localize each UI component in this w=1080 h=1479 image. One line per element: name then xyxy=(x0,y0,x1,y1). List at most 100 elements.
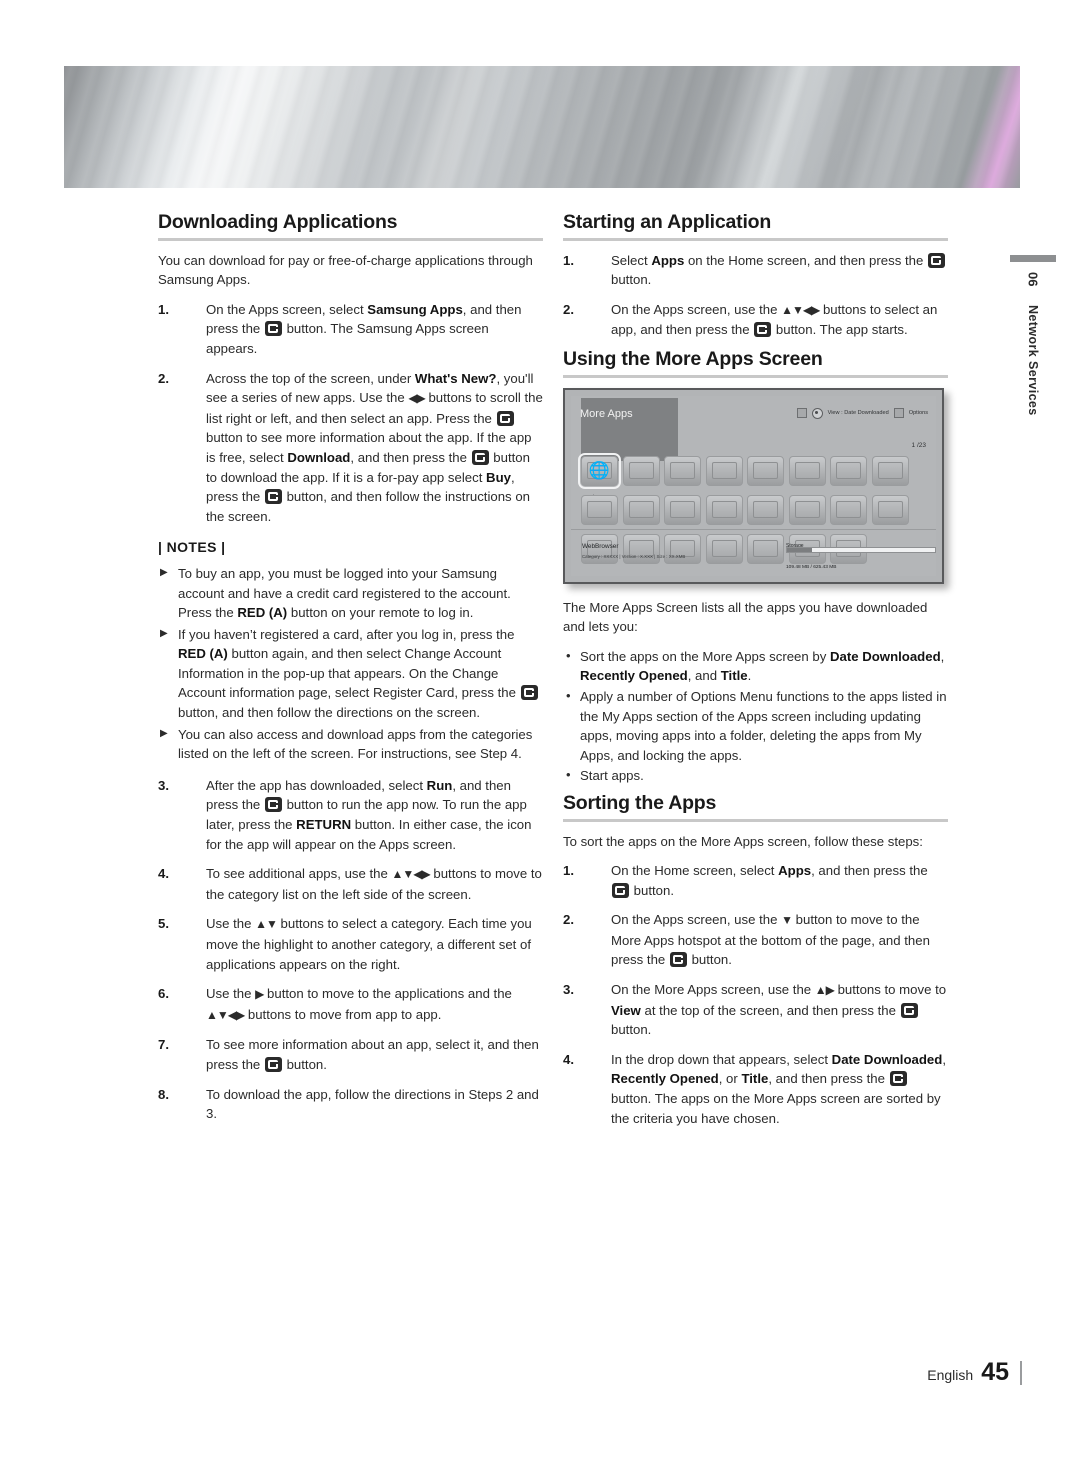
list-item: 2. Across the top of the screen, under Wh… xyxy=(158,369,543,527)
step-text: Across the top of the screen, under What… xyxy=(206,370,543,524)
list-item: 1. Select Apps on the Home screen, and th… xyxy=(563,251,948,290)
app-tile-cell[interactable] xyxy=(871,455,909,491)
list-item: • Sort the apps on the More Apps screen b… xyxy=(563,647,948,686)
sorting-intro-text: To sort the apps on the More Apps screen… xyxy=(563,833,923,849)
screenshot-canvas: More Apps View : Date Downloaded Options… xyxy=(571,395,936,576)
step-number: 7. xyxy=(158,1037,169,1053)
notes-list: ▶ To buy an app, you must be logged into … xyxy=(158,564,543,764)
heading-rule xyxy=(563,374,948,378)
step-text: On the Apps screen, use the ▲▼◀▶ buttons… xyxy=(611,301,938,338)
app-tile[interactable] xyxy=(830,494,867,525)
footer-language: English xyxy=(927,1367,974,1383)
enter-button-icon xyxy=(471,449,489,465)
enter-button-icon xyxy=(612,882,629,898)
storage-value: 109.48 MB / 625.43 MB xyxy=(786,564,837,570)
app-tile[interactable] xyxy=(747,455,784,486)
enter-button-icon xyxy=(264,797,282,813)
app-tile-cell[interactable] xyxy=(747,455,784,491)
app-tile[interactable] xyxy=(581,494,618,525)
step-text: On the Home screen, select Apps, and the… xyxy=(611,863,928,898)
storage-progress-bar xyxy=(786,546,936,553)
step-text: Use the ▶ button to move to the applicat… xyxy=(206,986,512,1022)
list-item: 7. To see more information about an app, … xyxy=(158,1035,543,1074)
enter-button-icon xyxy=(900,1002,918,1018)
list-item: 8. To download the app, follow the direct… xyxy=(158,1085,543,1124)
note-text: To buy an app, you must be logged into y… xyxy=(178,565,511,621)
list-item: 3. On the More Apps screen, use the ▲▶ bu… xyxy=(563,980,948,1040)
app-tile[interactable] xyxy=(830,455,867,486)
dot-bullet-icon: • xyxy=(566,647,571,663)
app-tile-cell[interactable]: Samsung Apps xyxy=(581,494,618,538)
step-number: 1. xyxy=(563,863,574,879)
app-tile-cell[interactable] xyxy=(788,455,826,491)
app-tile-cell[interactable] xyxy=(830,494,867,530)
app-tile[interactable] xyxy=(705,494,743,525)
app-tile-cell[interactable] xyxy=(705,455,743,491)
app-tile-cell[interactable]: 🌐WebBrowser xyxy=(578,452,621,499)
app-tile-cell[interactable] xyxy=(747,494,784,530)
app-tile[interactable] xyxy=(747,494,784,525)
app-tile-cell[interactable] xyxy=(622,494,660,530)
app-tile[interactable] xyxy=(664,455,701,486)
list-item: ▶ If you haven’t registered a card, after… xyxy=(158,625,543,723)
page-footer: English 45 xyxy=(927,1358,1022,1387)
app-tile[interactable] xyxy=(705,455,743,486)
section-sorting-the-apps: Sorting the Apps To sort the apps on the… xyxy=(563,791,948,1128)
account-icon xyxy=(796,408,807,419)
triangle-bullet-icon: ▶ xyxy=(160,727,168,739)
step-text: On the Apps screen, select Samsung Apps,… xyxy=(206,301,522,356)
sorting-steps-list: 1. On the Home screen, select Apps, and t… xyxy=(563,861,948,1128)
enter-button-icon xyxy=(889,1071,907,1087)
heading-using-more-apps-screen: Using the More Apps Screen xyxy=(563,347,823,370)
heading-rule xyxy=(563,818,948,822)
selected-app-meta: Category : XXXXX | Version : X.XXX | Siz… xyxy=(582,553,686,559)
step-number: 3. xyxy=(563,982,574,998)
dot-bullet-icon: • xyxy=(566,767,571,783)
left-column: Downloading Applications You can downloa… xyxy=(158,212,543,1134)
app-tile-cell[interactable] xyxy=(664,455,701,491)
more-apps-title-label: More Apps xyxy=(580,407,633,420)
step-text: On the More Apps screen, use the ▲▶ butt… xyxy=(611,982,947,1038)
app-tile-cell[interactable] xyxy=(664,494,701,530)
chapter-title: Network Services xyxy=(1026,305,1040,417)
app-tile[interactable] xyxy=(788,455,826,486)
list-item: ▶ You can also access and download apps f… xyxy=(158,725,543,764)
app-tile-cell[interactable] xyxy=(622,455,660,491)
globe-icon: 🌐 xyxy=(588,460,611,480)
triangle-bullet-icon: ▶ xyxy=(160,566,168,578)
app-tile-cell[interactable] xyxy=(788,494,826,530)
step-text: To download the app, follow the directio… xyxy=(206,1086,539,1122)
enter-button-icon xyxy=(754,322,772,338)
app-tile-cell[interactable] xyxy=(830,455,867,491)
list-item: 1. On the Apps screen, select Samsung App… xyxy=(158,300,543,359)
app-tile[interactable] xyxy=(622,494,660,525)
step-number: 1. xyxy=(563,252,574,268)
app-tile[interactable] xyxy=(664,494,701,525)
enter-button-icon xyxy=(264,321,282,337)
screenshot-top-bar: View : Date Downloaded Options xyxy=(796,404,928,424)
note-text: You can also access and download apps fr… xyxy=(178,726,533,762)
app-tile-cell[interactable] xyxy=(705,494,743,530)
downloading-intro-text: You can download for pay or free-of-char… xyxy=(158,252,533,288)
app-tile[interactable] xyxy=(871,455,909,486)
enter-button-icon xyxy=(496,410,514,426)
downloading-steps-list: 1. On the Apps screen, select Samsung App… xyxy=(158,300,543,527)
heading-rule xyxy=(563,237,948,241)
list-item: • Start apps. xyxy=(563,766,948,786)
options-label: Options xyxy=(908,409,928,416)
app-tile[interactable]: 🌐 xyxy=(578,452,621,489)
list-item: 2. On the Apps screen, use the ▲▼◀▶ butto… xyxy=(563,300,948,340)
app-tile[interactable] xyxy=(788,494,826,525)
app-tile[interactable] xyxy=(871,494,909,525)
step-number: 1. xyxy=(158,301,169,317)
app-tile-cell[interactable] xyxy=(871,494,909,530)
list-item: 4. In the drop down that appears, select … xyxy=(563,1050,948,1128)
list-item: 4. To see additional apps, use the ▲▼◀▶ b… xyxy=(158,864,543,904)
app-tile[interactable] xyxy=(622,455,660,486)
more-apps-intro-text: The More Apps Screen lists all the apps … xyxy=(563,599,928,635)
list-item: • Apply a number of Options Menu function… xyxy=(563,687,948,765)
page-indicator: 1 /23 xyxy=(911,441,926,449)
heading-sorting-the-apps: Sorting the Apps xyxy=(563,791,717,814)
step-number: 4. xyxy=(563,1051,574,1067)
step-text: Use the ▲▼ buttons to select a category.… xyxy=(206,916,532,972)
